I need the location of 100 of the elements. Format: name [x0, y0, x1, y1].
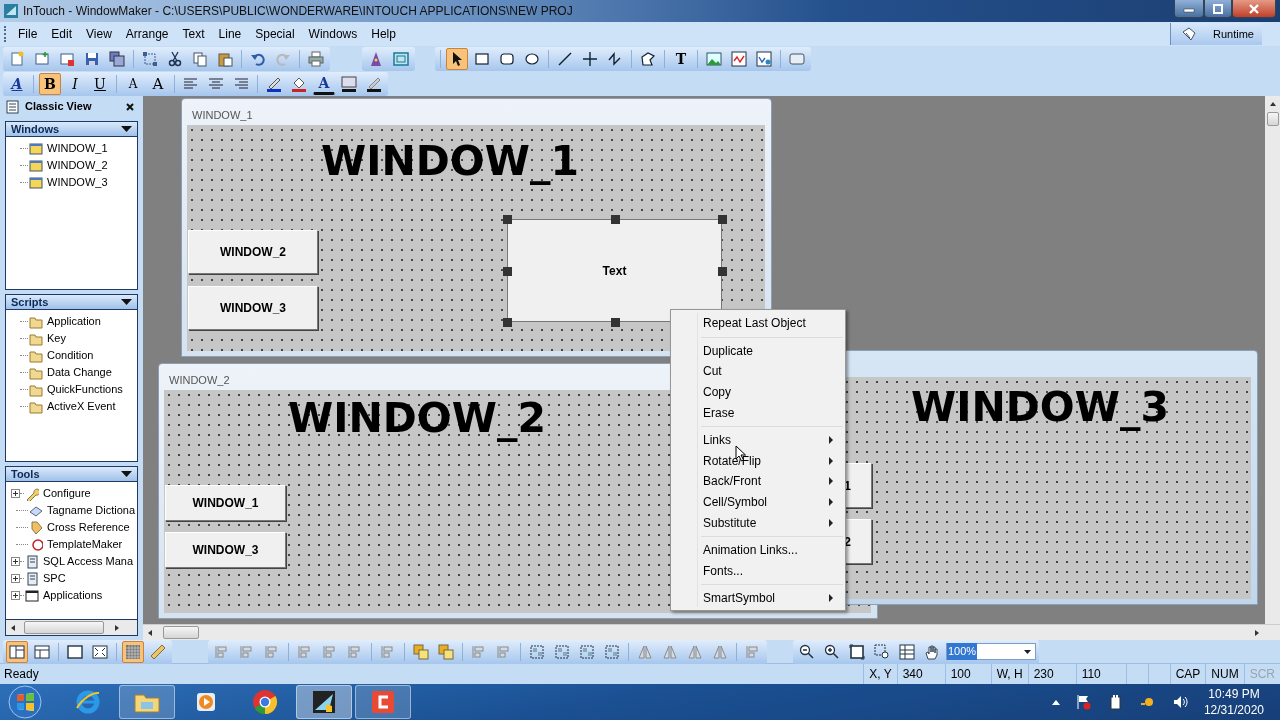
- window-button[interactable]: WINDOW_1: [165, 485, 286, 521]
- folder-icon: [29, 331, 43, 346]
- resize-handle[interactable]: [718, 215, 727, 224]
- close-button[interactable]: [1232, 0, 1276, 18]
- expand-box[interactable]: [11, 591, 20, 600]
- scroll-right-icon[interactable]: [114, 623, 120, 632]
- text-tool-button[interactable]: T: [670, 48, 692, 70]
- menu-item[interactable]: Arrange: [118, 25, 176, 43]
- power-icon[interactable]: [1107, 694, 1124, 710]
- menu-item[interactable]: Animation Links...: [673, 539, 843, 561]
- tree-item[interactable]: Key: [47, 330, 66, 347]
- speaker-icon[interactable]: [1171, 694, 1188, 710]
- tree-item[interactable]: Tagname Dictiona: [47, 502, 136, 519]
- menu-item[interactable]: Rotate/Flip: [673, 450, 843, 472]
- tree-item[interactable]: Condition: [47, 347, 94, 364]
- menu-item[interactable]: Copy: [673, 381, 843, 403]
- app-icon: [3, 3, 19, 19]
- tag-icon: [29, 520, 43, 535]
- clock[interactable]: 10:49 PM 12/31/2020: [1203, 685, 1264, 719]
- font-button[interactable]: A: [6, 73, 28, 95]
- window-icon: [29, 175, 43, 190]
- tree-item[interactable]: SPC: [43, 570, 66, 587]
- plus-icon: [12, 490, 19, 497]
- menu-item[interactable]: Windows: [301, 25, 365, 43]
- menu-item[interactable]: Edit: [44, 25, 80, 43]
- resize-handle[interactable]: [503, 318, 512, 327]
- scroll-up-icon[interactable]: [1268, 100, 1277, 108]
- close-icon[interactable]: [125, 101, 135, 112]
- runtime-button[interactable]: Runtime: [1170, 23, 1262, 45]
- tree-item[interactable]: ActiveX Event: [47, 398, 116, 415]
- start-button[interactable]: [8, 685, 42, 719]
- window-title: InTouch - WindowMaker - C:\USERS\PUBLIC\WONDERWARE\INTOUCH APPLICATIONS\NEW PROJ: [22, 3, 573, 20]
- underline-button[interactable]: U: [89, 73, 111, 95]
- taskbar-button[interactable]: [296, 685, 352, 719]
- menu-item[interactable]: Fonts...: [673, 560, 843, 582]
- dropdown-icon[interactable]: [1024, 649, 1031, 654]
- expand-box[interactable]: [11, 574, 20, 583]
- menu-item[interactable]: Text: [175, 25, 212, 43]
- plus-icon: [12, 575, 19, 582]
- tree-item[interactable]: WINDOW_2: [47, 157, 108, 174]
- menu-item[interactable]: Back/Front: [673, 471, 843, 492]
- window-icon: [25, 588, 39, 603]
- tree-item[interactable]: Data Change: [47, 364, 112, 381]
- bold-button[interactable]: B: [39, 73, 61, 95]
- window-icon: [29, 158, 43, 173]
- grow-font-button[interactable]: A: [147, 73, 169, 95]
- menu-item[interactable]: Links: [673, 429, 843, 451]
- tree-item[interactable]: Configure: [43, 485, 91, 502]
- italic-button[interactable]: I: [64, 73, 86, 95]
- window-button[interactable]: WINDOW_2: [188, 230, 318, 274]
- resize-handle[interactable]: [503, 215, 512, 224]
- resize-handle[interactable]: [610, 318, 620, 327]
- tree-item[interactable]: TemplateMaker: [47, 536, 123, 553]
- status-text: Ready: [3, 666, 40, 683]
- runtime-icon: [1181, 26, 1197, 42]
- shrink-font-button[interactable]: A: [122, 73, 144, 95]
- section-header[interactable]: Tools: [5, 466, 138, 482]
- section-header[interactable]: Scripts: [5, 294, 138, 310]
- tree-item[interactable]: Cross Reference: [47, 519, 130, 536]
- menu-item[interactable]: Line: [211, 25, 249, 43]
- menu-item[interactable]: Substitute: [673, 512, 843, 533]
- scroll-right-icon[interactable]: [1254, 628, 1260, 637]
- minimize-button[interactable]: [1174, 0, 1204, 18]
- tree-item[interactable]: Applications: [43, 587, 103, 604]
- scrollbar-thumb[interactable]: [163, 626, 199, 639]
- menu-item[interactable]: Cell/Symbol: [673, 491, 843, 513]
- window-button[interactable]: WINDOW_3: [188, 286, 318, 330]
- section-header[interactable]: Windows: [5, 121, 138, 137]
- scroll-left-icon[interactable]: [10, 623, 16, 632]
- resize-handle[interactable]: [718, 266, 727, 276]
- tree-item[interactable]: SQL Access Mana: [43, 553, 134, 570]
- menu-item[interactable]: Cut: [673, 361, 843, 382]
- resize-handle[interactable]: [610, 215, 620, 224]
- resize-handle[interactable]: [503, 266, 512, 276]
- scrollbar-thumb[interactable]: [24, 621, 104, 634]
- menu-item[interactable]: Duplicate: [673, 340, 843, 362]
- scroll-left-icon[interactable]: [147, 628, 153, 637]
- menu-item[interactable]: Help: [364, 25, 403, 43]
- expand-box[interactable]: [11, 489, 20, 498]
- menu-item[interactable]: View: [79, 25, 119, 43]
- tree-item[interactable]: WINDOW_3: [47, 174, 108, 191]
- window-title: WINDOW_1: [191, 108, 253, 123]
- close-icon: [1248, 2, 1260, 15]
- tree-item[interactable]: Application: [47, 313, 101, 330]
- menu-item[interactable]: File: [11, 25, 45, 43]
- expand-box[interactable]: [11, 557, 20, 566]
- folder-icon: [29, 365, 43, 380]
- scrollbar-thumb[interactable]: [1266, 112, 1279, 126]
- menu-item[interactable]: SmartSymbol: [673, 588, 843, 609]
- zoom-field[interactable]: 100%: [946, 643, 1036, 660]
- tree-item[interactable]: WINDOW_1: [47, 140, 108, 157]
- flag-icon[interactable]: [1075, 694, 1092, 710]
- maximize-button[interactable]: [1204, 0, 1232, 18]
- menu-item[interactable]: Erase: [673, 402, 843, 423]
- tree-item[interactable]: QuickFunctions: [47, 381, 123, 398]
- taskbar-button[interactable]: [355, 685, 411, 719]
- show-hidden-icon[interactable]: [1051, 699, 1060, 705]
- menu-item[interactable]: Special: [248, 25, 302, 43]
- window-button[interactable]: WINDOW_3: [165, 532, 286, 568]
- server-icon: [25, 554, 39, 569]
